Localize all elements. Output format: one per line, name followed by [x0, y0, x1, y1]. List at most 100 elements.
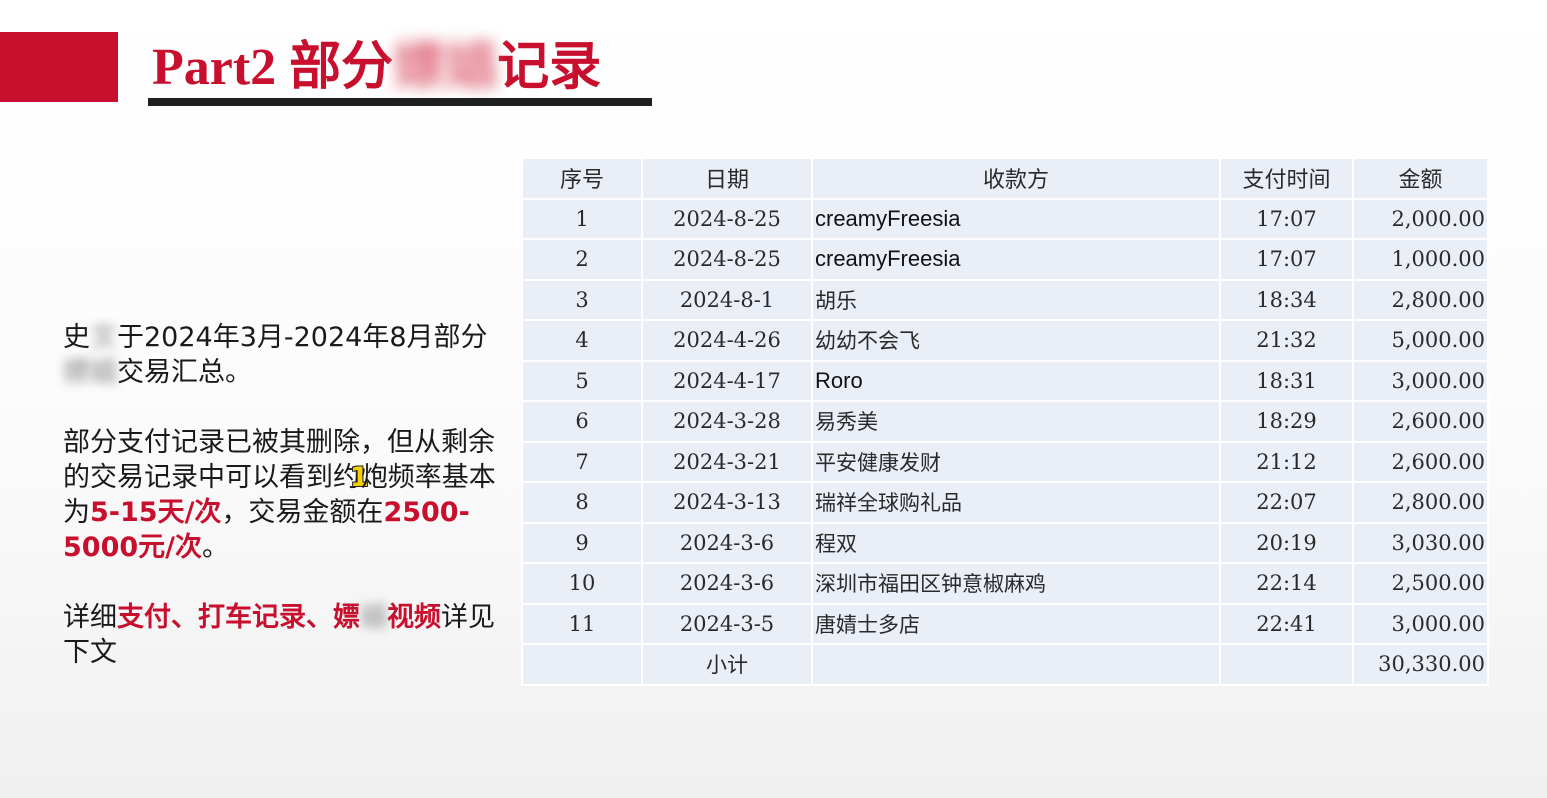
cell-pay-time: 18:31 [1219, 359, 1354, 402]
cell-index: 11 [521, 602, 643, 645]
cell-date: 2024-3-13 [641, 481, 813, 524]
cell-pay-time: 18:34 [1219, 278, 1354, 321]
cell-pay-time: 18:29 [1219, 400, 1354, 443]
summary-segment: 娼 [360, 602, 387, 633]
title-masked: 嫖娼 [393, 39, 498, 96]
table-row: 4 2024-4-26 幼幼不会飞 21:32 5,000.00 [521, 319, 1489, 362]
title-prefix: Part2 部分 [152, 39, 394, 96]
summary-segment: 嫖娼 [63, 357, 117, 388]
cell-amount: 3,000.00 [1352, 359, 1489, 402]
cell-payee: 唐婧士多店 [811, 602, 1221, 645]
summary-segment: ，交易金额在 [221, 497, 384, 528]
page-title: Part2 部分嫖娼记录 [152, 36, 601, 100]
table-row: 8 2024-3-13 瑞祥全球购礼品 22:07 2,800.00 [521, 481, 1489, 524]
table-row: 11 2024-3-5 唐婧士多店 22:41 3,000.00 [521, 602, 1489, 645]
cell-pay-time: 21:12 [1219, 440, 1354, 483]
cell-date: 2024-8-1 [641, 278, 813, 321]
cell-amount: 3,030.00 [1352, 521, 1489, 564]
cell-pay-time: 20:19 [1219, 521, 1354, 564]
cell-date: 2024-3-6 [641, 562, 813, 605]
header-amount: 金额 [1352, 157, 1489, 200]
summary-segment: 部分 [433, 322, 488, 353]
cell-amount: 3,000.00 [1352, 602, 1489, 645]
cell-index: 6 [521, 400, 643, 443]
cell-pay-time: 17:07 [1219, 238, 1354, 281]
cell-payee: 幼幼不会飞 [811, 319, 1221, 362]
header-index: 序号 [521, 157, 643, 200]
cell-amount: 2,800.00 [1352, 481, 1489, 524]
cell-payee: 胡乐 [811, 278, 1221, 321]
cell-pay-time: 22:14 [1219, 562, 1354, 605]
title-accent-block [0, 32, 118, 102]
subtotal-value: 30,330.00 [1352, 643, 1489, 686]
cell-amount: 2,500.00 [1352, 562, 1489, 605]
table-row: 10 2024-3-6 深圳市福田区钟意椒麻鸡 22:14 2,500.00 [521, 562, 1489, 605]
summary-segment: 交易汇总。 [117, 357, 252, 388]
summary-segment: 详细 [63, 602, 117, 633]
summary-segment: 文 [90, 322, 117, 353]
subtotal-empty-payee [811, 643, 1221, 686]
header-pay-time: 支付时间 [1219, 157, 1354, 200]
cell-date: 2024-3-6 [641, 521, 813, 564]
table-row: 9 2024-3-6 程双 20:19 3,030.00 [521, 521, 1489, 564]
cell-index: 1 [521, 197, 643, 240]
cell-pay-time: 21:32 [1219, 319, 1354, 362]
summary-segment: 5-15天/次 [90, 497, 222, 528]
table-row: 7 2024-3-21 平安健康发财 21:12 2,600.00 [521, 440, 1489, 483]
header-payee: 收款方 [811, 157, 1221, 200]
table-row: 3 2024-8-1 胡乐 18:34 2,800.00 [521, 278, 1489, 321]
cell-date: 2024-4-26 [641, 319, 813, 362]
cell-amount: 2,800.00 [1352, 278, 1489, 321]
cell-date: 2024-4-17 [641, 359, 813, 402]
cell-index: 2 [521, 238, 643, 281]
cell-amount: 2,600.00 [1352, 440, 1489, 483]
table-row: 5 2024-4-17 Roro 18:31 3,000.00 [521, 359, 1489, 402]
summary-paragraph-3: 详细支付、打车记录、嫖娼视频详见下文 [63, 600, 503, 670]
title-underline [148, 98, 652, 106]
cell-index: 7 [521, 440, 643, 483]
cell-amount: 2,600.00 [1352, 400, 1489, 443]
table-row: 1 2024-8-25 creamyFreesia 17:07 2,000.00 [521, 197, 1489, 240]
cell-payee: Roro [811, 359, 1221, 402]
transaction-table: 序号 日期 收款方 支付时间 金额 1 2024-8-25 creamyFreesi… [521, 157, 1489, 686]
cell-pay-time: 22:07 [1219, 481, 1354, 524]
summary-paragraph-1: 史文于2024年3月-2024年8月部分嫖娼交易汇总。 [63, 320, 503, 390]
summary-segment: 支付、打车记录、嫖 [117, 602, 360, 633]
subtotal-empty-time [1219, 643, 1354, 686]
summary-segment: 于2024年3月-2024年8月 [117, 322, 434, 353]
cell-pay-time: 22:41 [1219, 602, 1354, 645]
cell-date: 2024-3-5 [641, 602, 813, 645]
cell-payee: 易秀美 [811, 400, 1221, 443]
cell-payee: 深圳市福田区钟意椒麻鸡 [811, 562, 1221, 605]
summary-paragraph-2: 部分支付记录已被其删除，但从剩余的交易记录中可以看到约1炮频率基本为5-15天/… [63, 425, 503, 565]
table-row: 6 2024-3-28 易秀美 18:29 2,600.00 [521, 400, 1489, 443]
cell-index: 8 [521, 481, 643, 524]
summary-segment: 史 [63, 322, 90, 353]
header-date: 日期 [641, 157, 813, 200]
cell-index: 10 [521, 562, 643, 605]
summary-segment: 炮 [360, 462, 388, 493]
cell-payee: creamyFreesia [811, 197, 1221, 240]
table-row: 2 2024-8-25 creamyFreesia 17:07 1,000.00 [521, 238, 1489, 281]
cell-index: 5 [521, 359, 643, 402]
cell-index: 9 [521, 521, 643, 564]
cell-date: 2024-3-21 [641, 440, 813, 483]
subtotal-row: 小计 30,330.00 [521, 643, 1489, 686]
cell-date: 2024-8-25 [641, 238, 813, 281]
cell-payee: 程双 [811, 521, 1221, 564]
cell-amount: 1,000.00 [1352, 238, 1489, 281]
table-header-row: 序号 日期 收款方 支付时间 金额 [521, 157, 1489, 200]
cell-payee: 平安健康发财 [811, 440, 1221, 483]
cell-index: 3 [521, 278, 643, 321]
summary-text: 史文于2024年3月-2024年8月部分嫖娼交易汇总。 部分支付记录已被其删除，… [63, 320, 503, 705]
subtotal-label: 小计 [641, 643, 813, 686]
cell-payee: creamyFreesia [811, 238, 1221, 281]
cell-pay-time: 17:07 [1219, 197, 1354, 240]
cell-amount: 5,000.00 [1352, 319, 1489, 362]
summary-segment: 。 [202, 532, 230, 563]
cell-amount: 2,000.00 [1352, 197, 1489, 240]
cell-date: 2024-8-25 [641, 197, 813, 240]
cell-date: 2024-3-28 [641, 400, 813, 443]
cell-index: 4 [521, 319, 643, 362]
summary-segment: 视频 [387, 602, 441, 633]
